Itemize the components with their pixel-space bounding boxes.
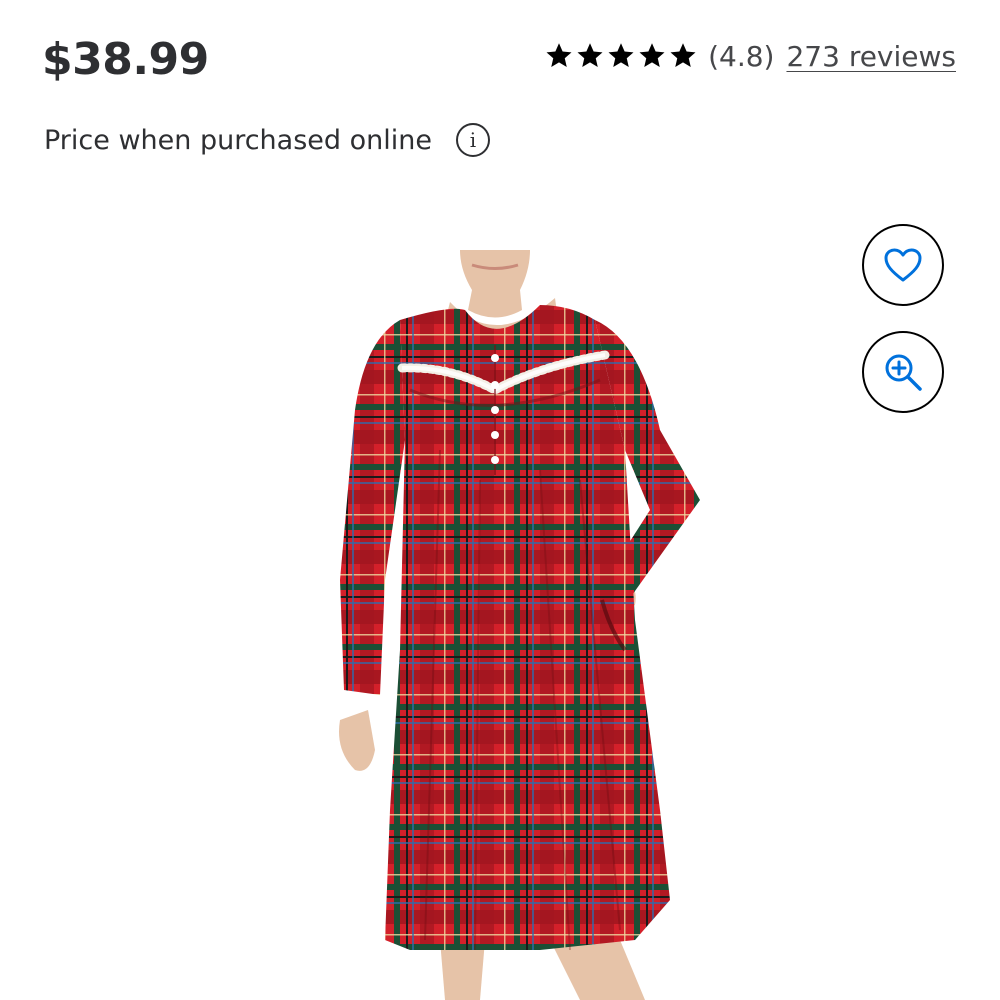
star-icon <box>639 43 665 67</box>
reviews-link[interactable]: 273 reviews <box>786 40 956 73</box>
product-image[interactable] <box>240 250 760 1000</box>
rating-summary: (4.8) 273 reviews <box>544 36 956 76</box>
star-icon <box>546 43 572 67</box>
star-rating <box>544 41 698 71</box>
price-note-text: Price when purchased online <box>44 124 432 156</box>
heart-icon <box>884 248 922 282</box>
zoom-button[interactable] <box>862 331 944 413</box>
zoom-in-icon <box>885 354 922 391</box>
price-note: Price when purchased online i <box>44 118 490 162</box>
favorite-button[interactable] <box>862 224 944 306</box>
star-icon <box>608 43 634 67</box>
star-icon <box>670 43 696 67</box>
rating-value: (4.8) <box>708 39 775 73</box>
product-detail-page: $38.99 (4.8) 273 reviews Price when purc… <box>0 0 1000 1000</box>
product-price: $38.99 <box>42 34 209 85</box>
star-icon <box>577 43 603 67</box>
info-icon[interactable]: i <box>455 123 490 157</box>
